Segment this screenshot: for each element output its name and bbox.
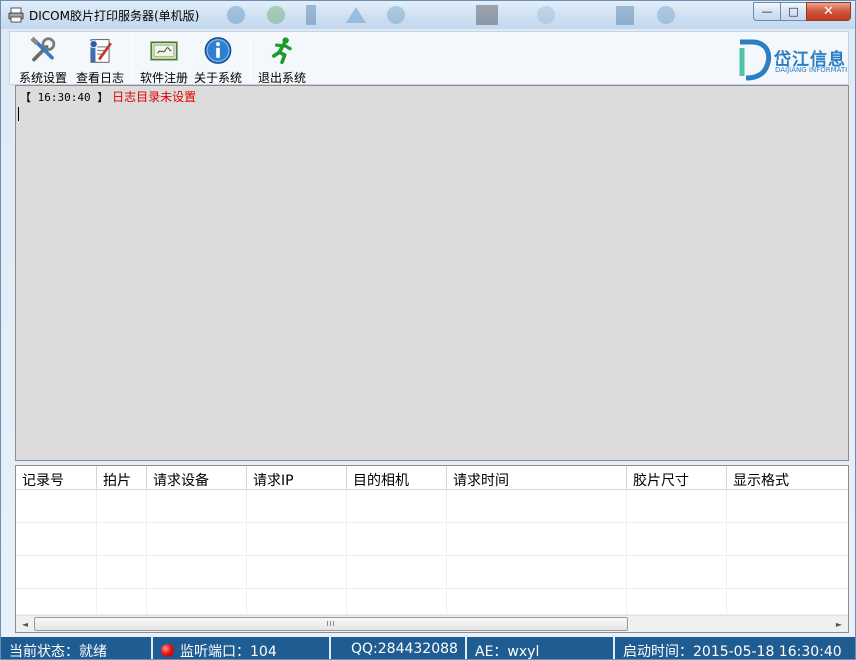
status-state: 当前状态：就绪 <box>1 637 153 659</box>
status-indicator-icon <box>161 644 174 657</box>
view-log-button[interactable]: 查看日志 <box>74 36 126 86</box>
status-start-time: 启动时间：2015-05-18 16:30:40 <box>623 644 842 660</box>
scroll-left-button[interactable]: ◄ <box>17 618 33 630</box>
print-records-table[interactable]: 记录号 拍片 请求设备 请求IP 目的相机 请求时间 胶片尺寸 显示格式 ◄ I… <box>15 465 849 633</box>
table-row[interactable] <box>16 556 848 589</box>
arrow-left-icon: ◄ <box>21 619 29 629</box>
close-icon: ✕ <box>823 4 834 19</box>
logo-mark-icon <box>739 39 772 81</box>
table-header: 记录号 拍片 请求设备 请求IP 目的相机 请求时间 胶片尺寸 显示格式 <box>16 466 848 490</box>
title-bar[interactable]: DICOM胶片打印服务器(单机版) — □ ✕ <box>1 1 855 29</box>
column-header[interactable]: 请求时间 <box>447 466 627 490</box>
title-decoration <box>227 5 675 25</box>
log-notebook-icon <box>89 39 112 63</box>
main-window: DICOM胶片打印服务器(单机版) — □ ✕ 系统设置 查看日志 软件注册 关… <box>0 0 856 660</box>
text-caret <box>18 107 19 121</box>
info-icon <box>204 37 232 64</box>
software-register-button[interactable]: 软件注册 <box>138 36 190 86</box>
toolbar-separator <box>250 36 251 82</box>
status-port: 监听端口：104 <box>153 637 331 660</box>
column-header[interactable]: 目的相机 <box>347 466 447 490</box>
log-message: 日志目录未设置 <box>112 90 197 104</box>
toolbar: 系统设置 查看日志 软件注册 关于系统 退出系统 岱江信息 DAIJIANG I… <box>9 31 849 85</box>
log-timestamp: 【 16:30:40 】 <box>20 91 109 104</box>
column-header[interactable]: 胶片尺寸 <box>627 466 727 490</box>
toolbar-separator <box>132 36 133 82</box>
certificate-icon <box>150 41 178 61</box>
status-ae: AE：wxyl <box>467 637 615 659</box>
tools-icon <box>30 36 56 62</box>
system-settings-button[interactable]: 系统设置 <box>18 36 68 86</box>
company-logo: 岱江信息 DAIJIANG INFORMATI <box>736 36 848 82</box>
toolbar-label: 退出系统 <box>257 71 306 85</box>
table-row[interactable] <box>16 523 848 556</box>
toolbar-label: 系统设置 <box>18 71 67 85</box>
logo-subtext: DAIJIANG INFORMATI <box>775 66 848 74</box>
printer-icon <box>8 7 24 23</box>
column-header[interactable]: 显示格式 <box>727 466 848 490</box>
toolbar-label: 软件注册 <box>139 71 188 85</box>
grip-icon: III <box>326 620 336 628</box>
close-button[interactable]: ✕ <box>806 2 851 21</box>
log-line: 【 16:30:40 】 日志目录未设置 <box>20 88 196 105</box>
running-man-icon <box>272 37 292 65</box>
scroll-thumb[interactable]: III <box>34 617 628 631</box>
toolbar-label: 关于系统 <box>193 71 242 85</box>
column-header[interactable]: 请求设备 <box>147 466 247 490</box>
maximize-icon: □ <box>788 5 799 18</box>
column-header[interactable]: 请求IP <box>247 466 347 490</box>
scroll-right-button[interactable]: ► <box>831 618 847 630</box>
window-controls: — □ ✕ <box>753 2 851 22</box>
status-port-text: 监听端口：104 <box>180 644 277 660</box>
column-header[interactable]: 记录号 <box>16 466 97 490</box>
horizontal-scrollbar[interactable]: ◄ III ► <box>16 615 848 632</box>
maximize-button[interactable]: □ <box>780 2 806 21</box>
column-header[interactable]: 拍片 <box>97 466 147 490</box>
table-row[interactable] <box>16 490 848 523</box>
window-title: DICOM胶片打印服务器(单机版) <box>29 9 200 23</box>
status-qq: QQ:284432088 <box>331 637 467 659</box>
exit-system-button[interactable]: 退出系统 <box>256 36 308 86</box>
minimize-icon: — <box>761 5 773 18</box>
log-output-area[interactable]: 【 16:30:40 】 日志目录未设置 <box>15 85 849 461</box>
arrow-right-icon: ► <box>835 619 843 629</box>
status-bar: 当前状态：就绪 监听端口：104 QQ:284432088 AE：wxyl 启动… <box>1 637 855 660</box>
toolbar-label: 查看日志 <box>75 71 124 85</box>
minimize-button[interactable]: — <box>753 2 780 21</box>
table-row[interactable] <box>16 589 848 615</box>
about-system-button[interactable]: 关于系统 <box>192 36 244 86</box>
